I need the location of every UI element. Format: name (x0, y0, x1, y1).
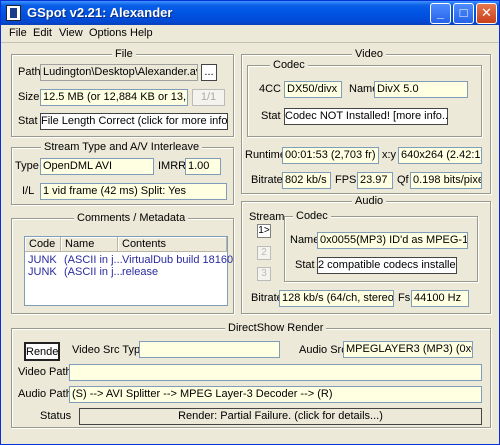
path-field[interactable]: Ludington\Desktop\Alexander.avi (40, 64, 198, 81)
video-codec-title: Codec (270, 59, 308, 71)
gspot-window: GSpot v2.21: Alexander _ □ ✕ File Edit V… (0, 0, 500, 445)
video-bitrate-label: Bitrate (251, 174, 283, 186)
fps-field[interactable]: 23.97 (357, 172, 393, 189)
status-label: Status (40, 410, 72, 422)
xy-label: x:y (382, 149, 397, 161)
audio-name-field[interactable]: 0x0055(MP3) ID'd as MPEG-1 Lay (317, 232, 468, 249)
directshow-group-title: DirectShow Render (225, 322, 327, 334)
video-bitrate-field[interactable]: 802 kb/s (282, 172, 331, 189)
size-label: Size (18, 91, 40, 103)
video-stat-label: Stat (261, 110, 281, 122)
audio-group: Audio Stream 1> 2 3 Codec Name 0x0055(MP… (241, 195, 491, 314)
stream-label: Stream (249, 211, 285, 223)
col-header-code[interactable]: Code (25, 237, 61, 252)
menu-help[interactable]: Help (130, 27, 153, 39)
audio-src-field[interactable]: MPEGLAYER3 (MP3) (0x0055) (343, 341, 473, 358)
audio-stat-label: Stat (295, 259, 315, 271)
gspot-app-icon (6, 5, 21, 21)
imrr-label: IMRR (158, 160, 187, 172)
audio-codec-group: Codec Name 0x0055(MP3) ID'd as MPEG-1 La… (284, 210, 478, 282)
maximize-button[interactable]: □ (453, 3, 474, 24)
qf-field[interactable]: 0.198 bits/pixel (410, 172, 482, 189)
col-header-contents[interactable]: Contents (118, 237, 227, 252)
audio-codec-title: Codec (293, 210, 331, 222)
fs-label: Fs (398, 292, 411, 304)
menu-view[interactable]: View (59, 27, 83, 39)
video-src-label: Video Src Type (72, 344, 147, 356)
stream-type-group-title: Stream Type and A/V Interleave (41, 141, 203, 153)
menu-edit[interactable]: Edit (33, 27, 52, 39)
qf-label: Qf (397, 174, 409, 186)
video-codec-group: Codec 4CC DX50/divx Name DivX 5.0 Stat C… (247, 59, 482, 137)
file-group: File Path Ludington\Desktop\Alexander.av… (11, 48, 234, 137)
window-title: GSpot v2.21: Alexander (27, 5, 173, 20)
video-path-field[interactable] (69, 364, 482, 381)
audio-group-title: Audio (352, 195, 387, 207)
audio-bitrate-field[interactable]: 128 kb/s (64/ch, stereo) CB (279, 290, 394, 307)
audio-path-field[interactable]: (S) --> AVI Splitter --> MPEG Layer-3 De… (69, 386, 482, 403)
col-header-name[interactable]: Name (61, 237, 118, 252)
runtime-field[interactable]: 00:01:53 (2,703 fr) (282, 147, 379, 164)
audio-stream-3-button[interactable]: 3 (257, 267, 271, 281)
minimize-button[interactable]: _ (430, 3, 451, 24)
imrr-field[interactable]: 1.00 (185, 158, 221, 175)
row2-code[interactable]: JUNK (28, 266, 57, 278)
row2-name[interactable]: (ASCII in j... (64, 266, 123, 278)
audio-stream-2-button[interactable]: 2 (257, 246, 271, 260)
fourcc-field[interactable]: DX50/divx (284, 81, 342, 98)
audio-stream-1-button[interactable]: 1> (257, 224, 271, 238)
directshow-group: DirectShow Render Render Video Src Type … (11, 322, 491, 428)
stat-label: Stat (18, 115, 38, 127)
menu-bar: File Edit View Options Help (1, 25, 499, 43)
xy-field[interactable]: 640x264 (2.42:1) [~4 (398, 147, 482, 164)
file-stat-button[interactable]: File Length Correct (click for more info… (40, 113, 228, 130)
fs-field[interactable]: 44100 Hz (411, 290, 469, 307)
comments-list[interactable]: Code Name Contents JUNK (ASCII in j... V… (24, 236, 233, 306)
stream-type-group: Stream Type and A/V Interleave Type Open… (11, 141, 234, 205)
comments-group: Comments / Metadata Code Name Contents J… (11, 212, 234, 314)
file-group-title: File (112, 48, 136, 60)
fourcc-label: 4CC (259, 83, 282, 95)
size-page-button[interactable]: 1/1 (192, 89, 225, 106)
audio-name-label: Name (290, 234, 320, 246)
video-name-field[interactable]: DivX 5.0 (374, 81, 468, 98)
video-stat-button[interactable]: Codec NOT Installed! [more info...] (284, 108, 448, 125)
type-label: Type (15, 160, 39, 172)
video-path-label: Video Path (18, 366, 72, 378)
size-field[interactable]: 12.5 MB (or 12,884 KB or 13,193, (40, 89, 188, 106)
row1-contents[interactable]: VirtualDub build 18160 (122, 254, 233, 266)
render-button[interactable]: Render (24, 342, 60, 361)
audio-src-label: Audio Src (299, 344, 347, 356)
il-label: I/L (22, 185, 35, 197)
runtime-label: Runtime (245, 149, 286, 161)
close-button[interactable]: ✕ (476, 3, 497, 24)
row1-name[interactable]: (ASCII in j... (64, 254, 123, 266)
il-field[interactable]: 1 vid frame (42 ms) Split: Yes (40, 183, 227, 200)
row1-code[interactable]: JUNK (28, 254, 57, 266)
browse-button[interactable]: ... (201, 64, 217, 81)
audio-path-label: Audio Path (18, 388, 72, 400)
type-field[interactable]: OpenDML AVI (40, 158, 154, 175)
video-src-field[interactable] (139, 341, 280, 358)
render-status-button[interactable]: Render: Partial Failure. (click for deta… (79, 408, 482, 425)
path-label: Path (18, 66, 41, 78)
menu-options[interactable]: Options (89, 27, 127, 39)
comments-group-title: Comments / Metadata (74, 212, 189, 224)
menu-file[interactable]: File (9, 27, 27, 39)
row2-contents[interactable]: release (122, 266, 158, 278)
fps-label: FPS (335, 174, 357, 186)
title-bar[interactable]: GSpot v2.21: Alexander _ □ ✕ (1, 1, 499, 25)
video-group: Video Codec 4CC DX50/divx Name DivX 5.0 … (241, 48, 491, 194)
video-group-title: Video (352, 48, 386, 60)
audio-stat-button[interactable]: 2 compatible codecs installed (317, 257, 457, 274)
